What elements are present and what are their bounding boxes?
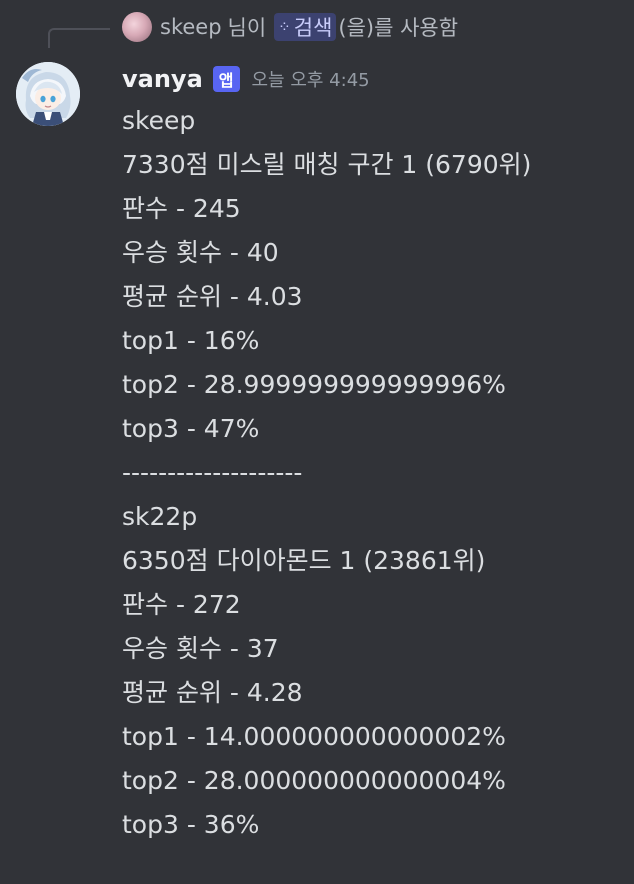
message-line: 우승 횟수 - 37 [122, 634, 279, 663]
message-line: 평균 순위 - 4.28 [122, 678, 303, 707]
author-avatar[interactable] [16, 62, 80, 126]
message-line: 판수 - 245 [122, 194, 241, 223]
reply-connector [48, 28, 110, 48]
message-line: top3 - 36% [122, 810, 260, 839]
message-line: top2 - 28.999999999999996% [122, 370, 506, 399]
message-line: top3 - 47% [122, 414, 260, 443]
message-line: skeep [122, 106, 196, 135]
reply-username[interactable]: skeep [160, 15, 222, 39]
message-divider-line: -------------------- [122, 458, 303, 487]
slash-command-icon: ⁘ [278, 18, 291, 36]
author-name[interactable]: vanya [122, 65, 203, 93]
app-badge: 앱 [212, 66, 240, 92]
command-mention[interactable]: ⁘ 검색 [274, 13, 337, 41]
message-line: 7330점 미스릴 매칭 구간 1 (6790위) [122, 150, 532, 179]
message-line: 우승 횟수 - 40 [122, 238, 279, 267]
reply-mid-text: 님이 [227, 16, 267, 40]
reply-suffix: (을)를 사용함 [338, 16, 459, 40]
message-line: sk22p [122, 502, 198, 531]
reply-user-avatar[interactable] [122, 12, 152, 42]
message-line: top2 - 28.000000000000004% [122, 766, 506, 795]
message-timestamp[interactable]: 오늘 오후 4:45 [252, 66, 370, 92]
message-line: 평균 순위 - 4.03 [122, 282, 303, 311]
message-header: vanya 앱 오늘 오후 4:45 [122, 60, 370, 98]
message-content: skeep 7330점 미스릴 매칭 구간 1 (6790위) 판수 - 245… [122, 99, 622, 847]
message-line: top1 - 14.000000000000002% [122, 722, 506, 751]
message-line: 판수 - 272 [122, 590, 241, 619]
command-name: 검색 [293, 16, 333, 40]
reply-context[interactable]: skeep 님이 ⁘ 검색 (을)를 사용함 [122, 10, 458, 44]
message-line: 6350점 다이아몬드 1 (23861위) [122, 546, 486, 575]
author-avatar-image [16, 62, 80, 126]
message-line: top1 - 16% [122, 326, 260, 355]
